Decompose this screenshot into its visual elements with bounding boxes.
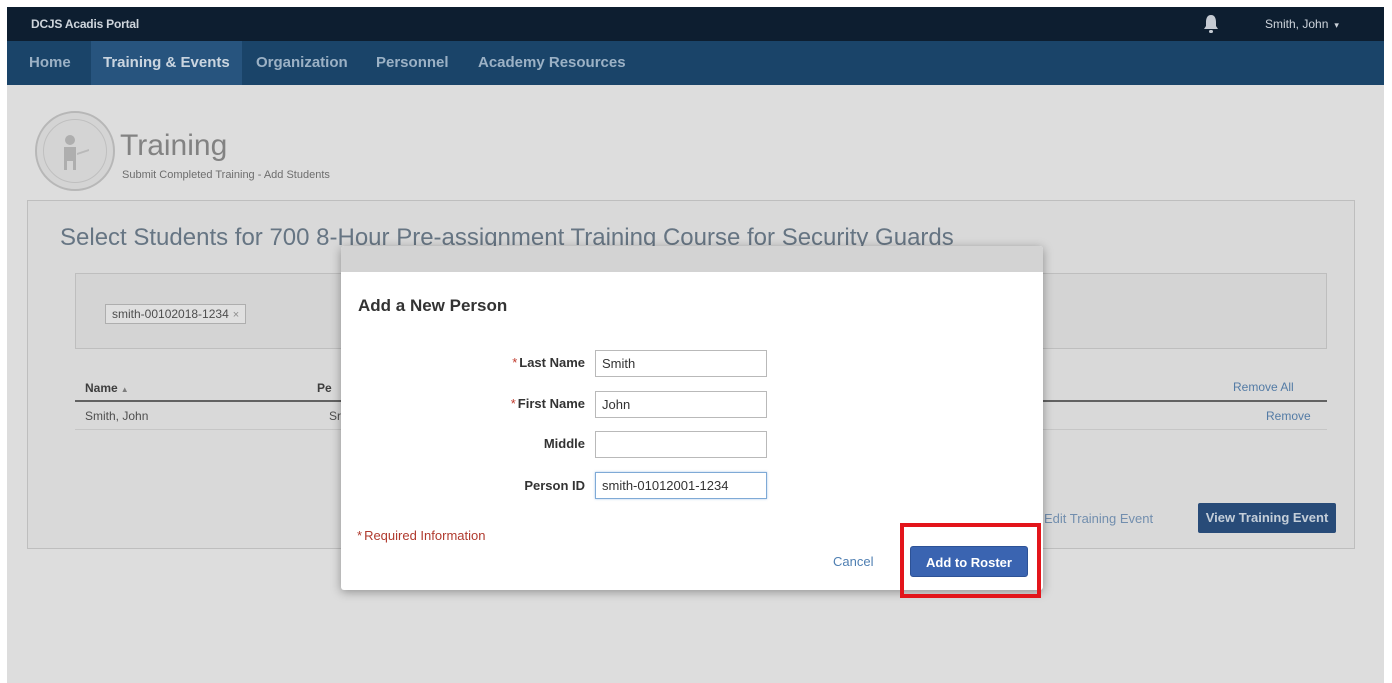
first-name-label: * First Name — [511, 396, 585, 411]
last-name-field[interactable] — [595, 350, 767, 377]
required-info-note: * Required Information — [357, 528, 485, 543]
last-name-label: * Last Name — [512, 355, 585, 370]
middle-name-field[interactable] — [595, 431, 767, 458]
app-frame: DCJS Acadis Portal Smith, John ▾ Home Tra… — [7, 7, 1384, 683]
required-info-text: Required Information — [364, 528, 486, 543]
required-marker: * — [512, 355, 518, 370]
required-marker: * — [510, 396, 516, 411]
dialog-header — [341, 246, 1043, 272]
person-id-field[interactable] — [595, 472, 767, 499]
last-name-label-text: Last Name — [519, 355, 585, 370]
first-name-field[interactable] — [595, 391, 767, 418]
middle-name-label: Middle — [543, 436, 585, 451]
cancel-link[interactable]: Cancel — [833, 554, 873, 569]
first-name-label-text: First Name — [517, 396, 585, 411]
required-marker: * — [357, 528, 363, 543]
person-id-label: Person ID — [524, 478, 585, 493]
dialog-title: Add a New Person — [358, 296, 508, 315]
highlight-box — [900, 523, 1041, 598]
